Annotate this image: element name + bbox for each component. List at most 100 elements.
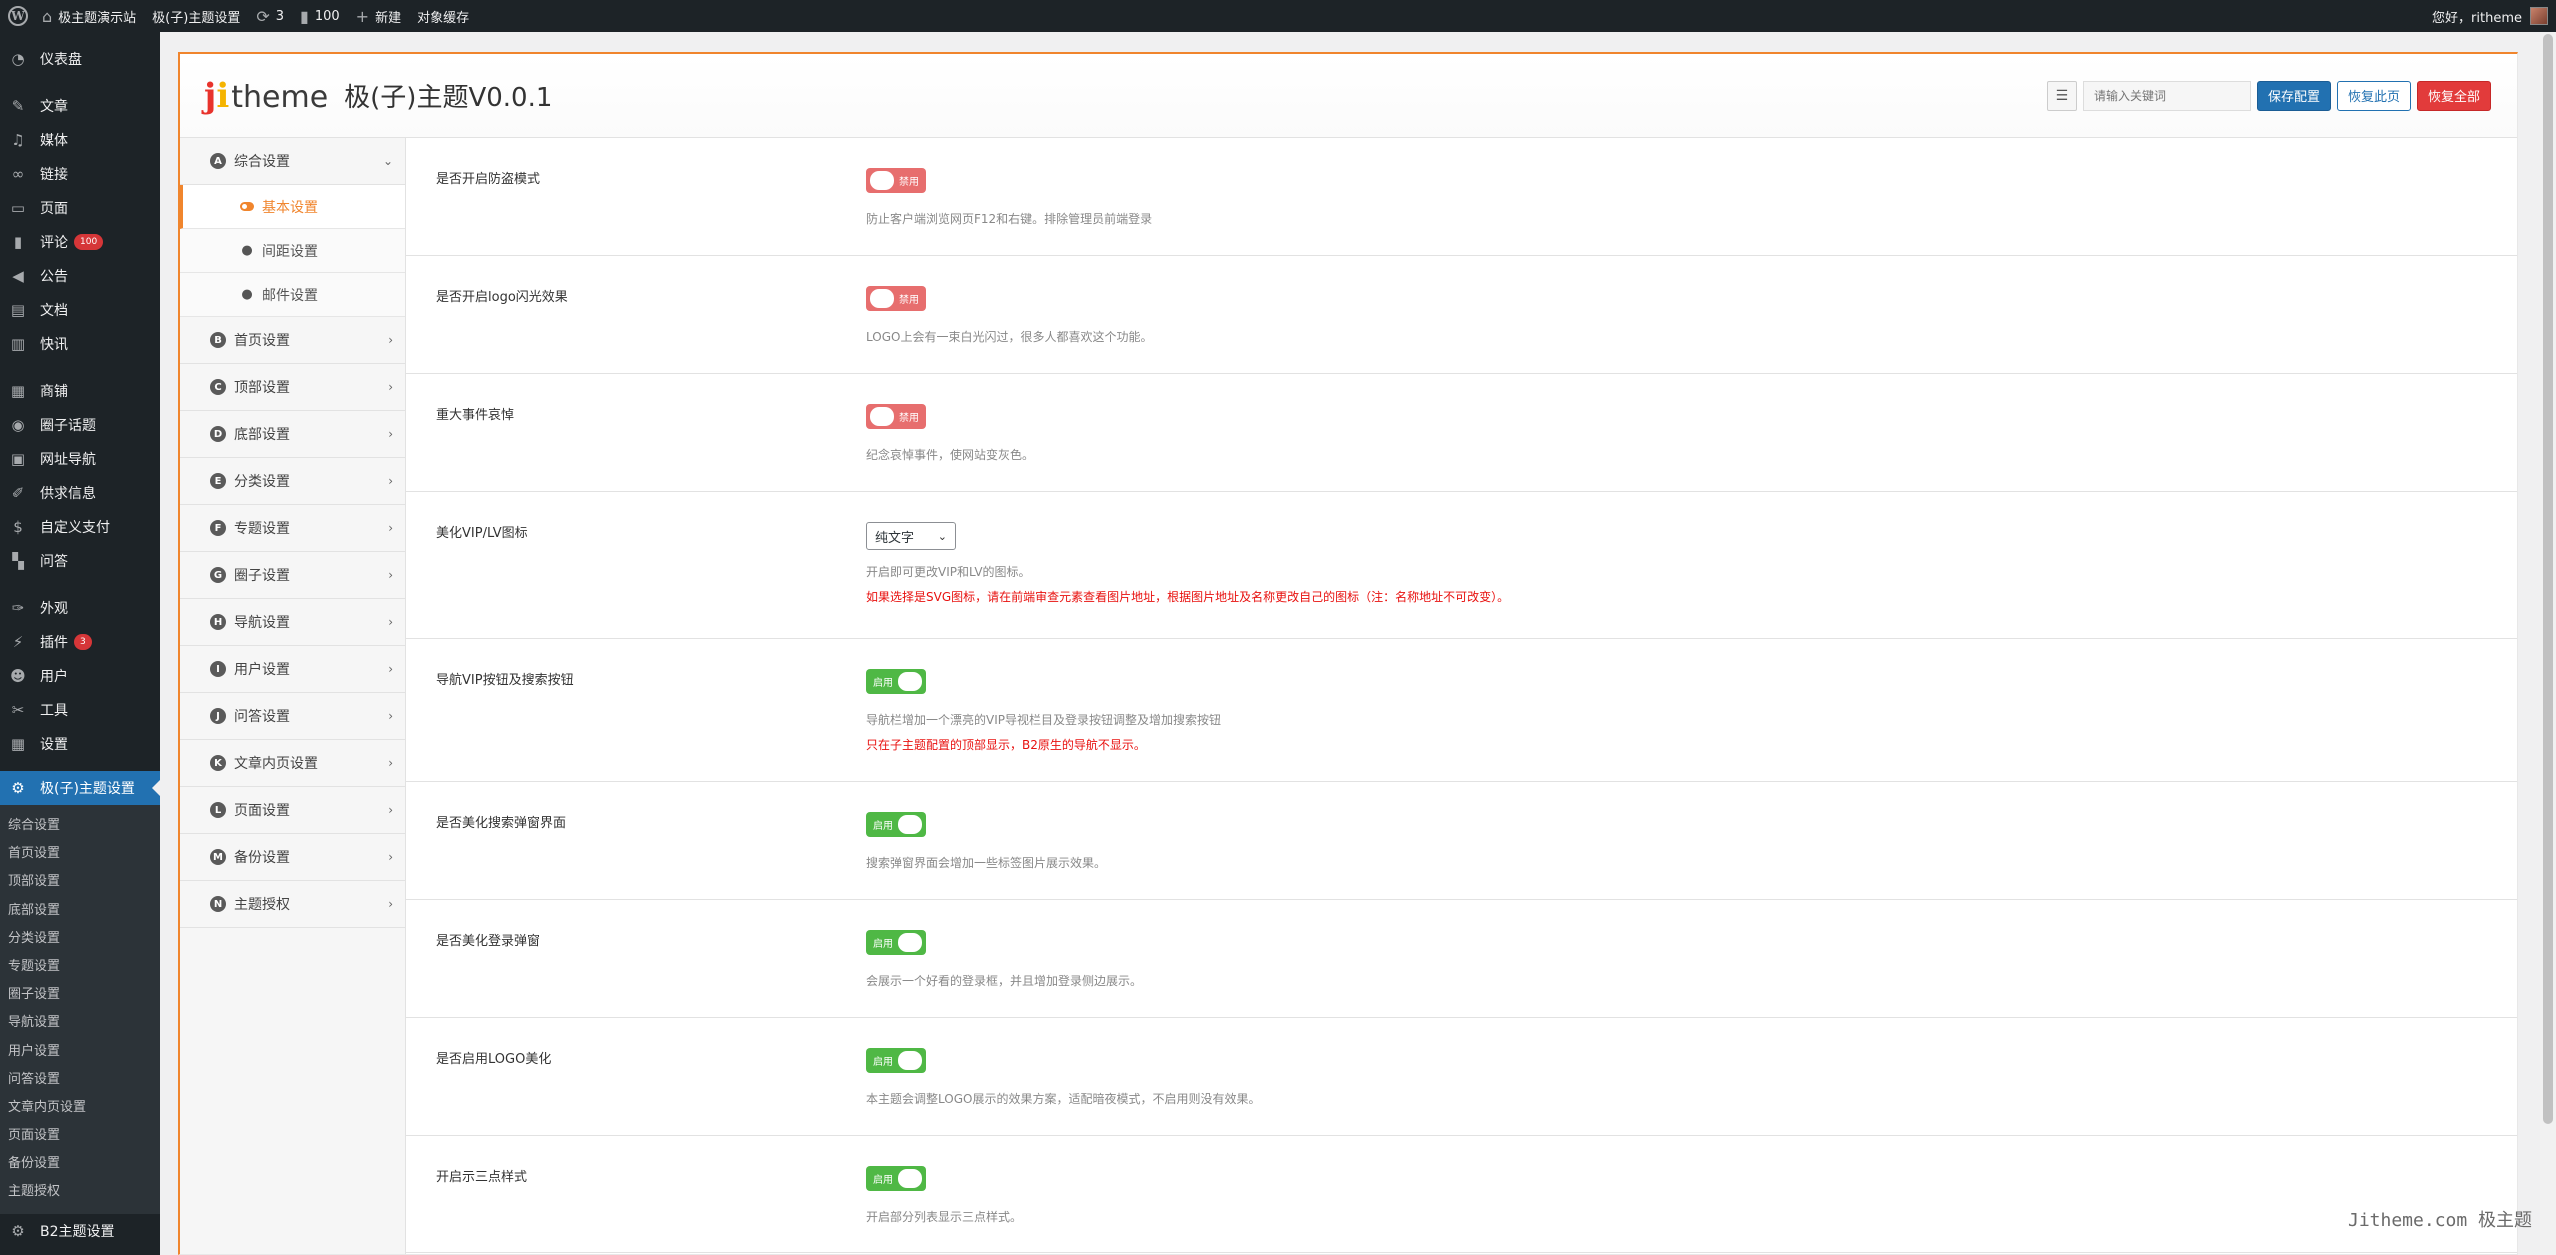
nav-section-item[interactable]: B 首页设置 › [180, 317, 405, 364]
restore-all-button[interactable]: 恢复全部 [2416, 80, 2491, 111]
globe-icon: ▣ [10, 450, 26, 468]
chevron-right-icon: › [388, 756, 393, 770]
nav-sub-basic[interactable]: 基本设置 [180, 185, 405, 229]
link-icon: ∞ [11, 165, 25, 183]
toggle-switch[interactable]: 禁用 [866, 168, 926, 193]
submenu-item[interactable]: 主题授权 [0, 1178, 160, 1206]
site-name-link[interactable]: ⌂ 极主题演示站 [34, 0, 144, 32]
object-cache-link[interactable]: 对象缓存 [409, 0, 477, 32]
scrollbar-thumb[interactable] [2543, 34, 2553, 1124]
menu-item-links[interactable]: ∞ 链接 [0, 157, 160, 191]
section-letter-badge: H [210, 614, 226, 630]
section-letter-badge: B [210, 332, 226, 348]
new-content-link[interactable]: + 新建 [348, 0, 409, 32]
nav-section-item[interactable]: J 问答设置 › [180, 693, 405, 740]
menu-item-tools[interactable]: ✂ 工具 [0, 693, 160, 727]
menu-item-b2-settings[interactable]: ⚙ B2主题设置 [0, 1214, 160, 1248]
plus-icon: + [355, 6, 370, 26]
menu-item-docs[interactable]: ▤ 文档 [0, 293, 160, 327]
nav-section-label: 导航设置 [234, 615, 290, 631]
search-input[interactable] [2082, 80, 2251, 111]
section-letter-badge: N [210, 896, 226, 912]
nav-section-general[interactable]: A 综合设置 ⌄ [180, 138, 405, 185]
menu-item-flash[interactable]: ▥ 快讯 [0, 327, 160, 361]
submenu-item[interactable]: 顶部设置 [0, 868, 160, 896]
nav-section-item[interactable]: K 文章内页设置 › [180, 740, 405, 787]
pin-icon: ✎ [11, 97, 25, 115]
nav-section-item[interactable]: M 备份设置 › [180, 834, 405, 881]
vip-icon-select[interactable]: 纯文字 ⌄ [866, 522, 956, 550]
nav-sub-mail[interactable]: ● 邮件设置 [180, 273, 405, 317]
option-label: 开启示三点样式 [436, 1170, 528, 1185]
option-label: 是否美化登录弹窗 [436, 934, 541, 949]
submenu-item[interactable]: 用户设置 [0, 1038, 160, 1066]
comments-link[interactable]: ▮ 100 [292, 0, 348, 32]
submenu-item[interactable]: 导航设置 [0, 1009, 160, 1037]
menu-item-users[interactable]: ☻ 用户 [0, 659, 160, 693]
dashboard-icon: ◔ [11, 50, 25, 68]
menu-item-store[interactable]: ▦ 商铺 [0, 374, 160, 408]
nav-section-item[interactable]: G 圈子设置 › [180, 552, 405, 599]
toggle-switch[interactable]: 启用 [866, 930, 926, 955]
submenu-item[interactable]: 专题设置 [0, 953, 160, 981]
nav-section-item[interactable]: N 主题授权 › [180, 881, 405, 928]
nav-section-item[interactable]: C 顶部设置 › [180, 364, 405, 411]
my-account-link[interactable]: 您好，ritheme [2432, 0, 2548, 32]
updates-link[interactable]: ⟳ 3 [248, 0, 292, 32]
expand-all-icon[interactable]: ☰ [2046, 80, 2077, 111]
toggle-switch[interactable]: 启用 [866, 1048, 926, 1073]
toggle-state-label: 启用 [873, 939, 893, 950]
nav-section-label: 分类设置 [234, 474, 290, 490]
submenu-item[interactable]: 分类设置 [0, 925, 160, 953]
toggle-switch[interactable]: 禁用 [866, 404, 926, 429]
option-row: 开启示三点样式 启用 开启部分列表显示三点样式。 [406, 1136, 2517, 1253]
menu-item-circle[interactable]: ◉ 圈子话题 [0, 408, 160, 442]
menu-item-settings[interactable]: ▦ 设置 [0, 727, 160, 761]
nav-section-item[interactable]: L 页面设置 › [180, 787, 405, 834]
option-label: 美化VIP/LV图标 [436, 526, 528, 541]
menu-item-media[interactable]: ♫ 媒体 [0, 123, 160, 157]
nav-sub-spacing[interactable]: ● 间距设置 [180, 229, 405, 273]
submenu-item[interactable]: 底部设置 [0, 897, 160, 925]
menu-item-pay[interactable]: $ 自定义支付 [0, 510, 160, 544]
toggle-switch[interactable]: 启用 [866, 812, 926, 837]
wordpress-logo-icon[interactable]: W [2, 0, 34, 32]
nav-section-item[interactable]: H 导航设置 › [180, 599, 405, 646]
menu-item-dashboard[interactable]: ◔ 仪表盘 [0, 42, 160, 76]
theme-settings-link[interactable]: 极(子)主题设置 [144, 0, 248, 32]
restore-page-button[interactable]: 恢复此页 [2336, 80, 2411, 111]
nav-section-item[interactable]: D 底部设置 › [180, 411, 405, 458]
submenu-item[interactable]: 首页设置 [0, 840, 160, 868]
menu-item-plugins[interactable]: ⚡ 插件 3 [0, 625, 160, 659]
toggle-knob [898, 672, 922, 691]
submenu-item[interactable]: 页面设置 [0, 1122, 160, 1150]
submenu-item[interactable]: 问答设置 [0, 1066, 160, 1094]
option-description: 搜索弹窗界面会增加一些标签图片展示效果。 [866, 856, 1107, 870]
menu-item-appearance[interactable]: ✑ 外观 [0, 591, 160, 625]
scrollbar[interactable] [2540, 32, 2556, 1255]
submenu-item[interactable]: 圈子设置 [0, 981, 160, 1009]
submenu-item[interactable]: 备份设置 [0, 1150, 160, 1178]
submenu-item[interactable]: 综合设置 [0, 812, 160, 840]
toggle-knob [898, 1169, 922, 1188]
menu-item-links-nav[interactable]: ▣ 网址导航 [0, 442, 160, 476]
menu-item-qa[interactable]: ▚ 问答 [0, 544, 160, 578]
toggle-switch[interactable]: 启用 [866, 1166, 926, 1191]
menu-item-comments[interactable]: ▮ 评论 100 [0, 225, 160, 259]
menu-item-notice[interactable]: ◀ 公告 [0, 259, 160, 293]
circle-icon: ◉ [11, 416, 25, 434]
comment-icon: ▮ [300, 6, 309, 26]
option-row: 是否开启logo闪光效果 禁用 LOGO上会有一束白光闪过，很多人都喜欢这个功能。 [406, 256, 2517, 374]
toggle-switch[interactable]: 启用 [866, 669, 926, 694]
nav-section-item[interactable]: F 专题设置 › [180, 505, 405, 552]
submenu-item[interactable]: 文章内页设置 [0, 1094, 160, 1122]
menu-item-pages[interactable]: ▭ 页面 [0, 191, 160, 225]
save-button[interactable]: 保存配置 [2256, 80, 2331, 111]
nav-section-label: 底部设置 [234, 427, 290, 443]
nav-section-item[interactable]: E 分类设置 › [180, 458, 405, 505]
nav-section-item[interactable]: I 用户设置 › [180, 646, 405, 693]
toggle-switch[interactable]: 禁用 [866, 286, 926, 311]
menu-item-supply[interactable]: ✐ 供求信息 [0, 476, 160, 510]
menu-item-child-theme-settings[interactable]: ⚙ 极(子)主题设置 [0, 771, 160, 805]
menu-item-posts[interactable]: ✎ 文章 [0, 89, 160, 123]
